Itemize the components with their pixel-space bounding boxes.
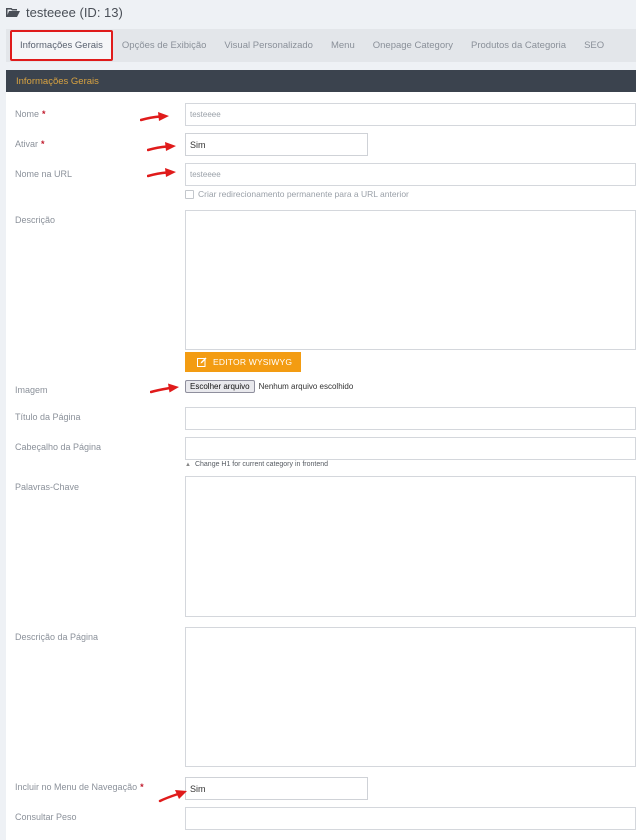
- descricao-textarea[interactable]: [185, 210, 636, 350]
- tab-menu[interactable]: Menu: [322, 29, 364, 62]
- palavras-chave-textarea[interactable]: [185, 476, 636, 617]
- file-status: Nenhum arquivo escolhido: [258, 382, 354, 391]
- caret-up-icon: ▲: [185, 461, 191, 468]
- annotation-arrow: [158, 789, 188, 803]
- cabecalho-pagina-label: Cabeçalho da Página: [15, 442, 102, 452]
- edit-icon: [197, 357, 207, 367]
- tab-visual-personalizado[interactable]: Visual Personalizado: [215, 29, 322, 62]
- descricao-pagina-textarea[interactable]: [185, 627, 636, 767]
- cabecalho-hint-text: Change H1 for current category in fronte…: [194, 461, 329, 468]
- descricao-pagina-label: Descrição da Página: [15, 632, 99, 642]
- redirect-label: Criar redirecionamento permanente para a…: [198, 189, 409, 199]
- required-marker: *: [41, 139, 45, 149]
- annotation-arrow: [150, 382, 180, 396]
- tab-opcoes-exibicao[interactable]: Opções de Exibição: [113, 29, 216, 62]
- annotation-arrow: [147, 141, 177, 155]
- menu-navegacao-label: Incluir no Menu de Navegação *: [15, 782, 144, 792]
- imagem-file-input: Escolher arquivo Nenhum arquivo escolhid…: [185, 380, 353, 393]
- consultar-peso-input[interactable]: [185, 807, 636, 830]
- wysiwyg-editor-button[interactable]: EDITOR WYSIWYG: [185, 352, 301, 372]
- palavras-chave-label: Palavras-Chave: [15, 482, 80, 492]
- nome-label: Nome *: [15, 109, 46, 119]
- wysiwyg-label: EDITOR WYSIWYG: [213, 357, 293, 367]
- redirect-option: Criar redirecionamento permanente para a…: [185, 189, 409, 199]
- folder-open-icon: [6, 7, 20, 17]
- page: testeeee (ID: 13) Informações Gerais Opç…: [0, 0, 636, 840]
- nome-input[interactable]: testeeee: [185, 103, 636, 126]
- url-input[interactable]: testeeee: [185, 163, 636, 186]
- tab-produtos-categoria[interactable]: Produtos da Categoria: [462, 29, 575, 62]
- ativar-select[interactable]: Sim: [185, 133, 368, 156]
- annotation-arrow: [140, 111, 170, 125]
- ativar-label-text: Ativar: [15, 139, 39, 149]
- tab-onepage-category[interactable]: Onepage Category: [364, 29, 462, 62]
- descricao-label: Descrição: [15, 215, 56, 225]
- required-marker: *: [42, 109, 46, 119]
- nome-label-text: Nome: [15, 109, 40, 119]
- tab-bar: Informações Gerais Opções de Exibição Vi…: [6, 29, 636, 62]
- tab-informacoes-gerais[interactable]: Informações Gerais: [10, 30, 113, 61]
- redirect-checkbox[interactable]: [185, 189, 194, 199]
- imagem-label: Imagem: [15, 385, 48, 395]
- ativar-label: Ativar *: [15, 139, 45, 149]
- cabecalho-hint: ▲ Change H1 for current category in fron…: [185, 461, 328, 468]
- cabecalho-pagina-input[interactable]: [185, 437, 636, 460]
- page-title: testeeee (ID: 13): [26, 4, 123, 20]
- menu-navegacao-label-text: Incluir no Menu de Navegação: [15, 782, 138, 792]
- tab-seo[interactable]: SEO: [575, 29, 613, 62]
- consultar-peso-label: Consultar Peso: [15, 812, 77, 822]
- form-panel: Nome * testeeee Ativar * Sim Nome na URL t…: [6, 92, 636, 840]
- titulo-pagina-input[interactable]: [185, 407, 636, 430]
- required-marker: *: [140, 782, 144, 792]
- title-bar: testeeee (ID: 13): [0, 0, 636, 24]
- section-header: Informações Gerais: [6, 70, 636, 92]
- menu-navegacao-select[interactable]: Sim: [185, 777, 368, 800]
- titulo-pagina-label: Título da Página: [15, 412, 81, 422]
- choose-file-button[interactable]: Escolher arquivo: [185, 380, 255, 393]
- url-label: Nome na URL: [15, 169, 73, 179]
- annotation-arrow: [147, 167, 177, 181]
